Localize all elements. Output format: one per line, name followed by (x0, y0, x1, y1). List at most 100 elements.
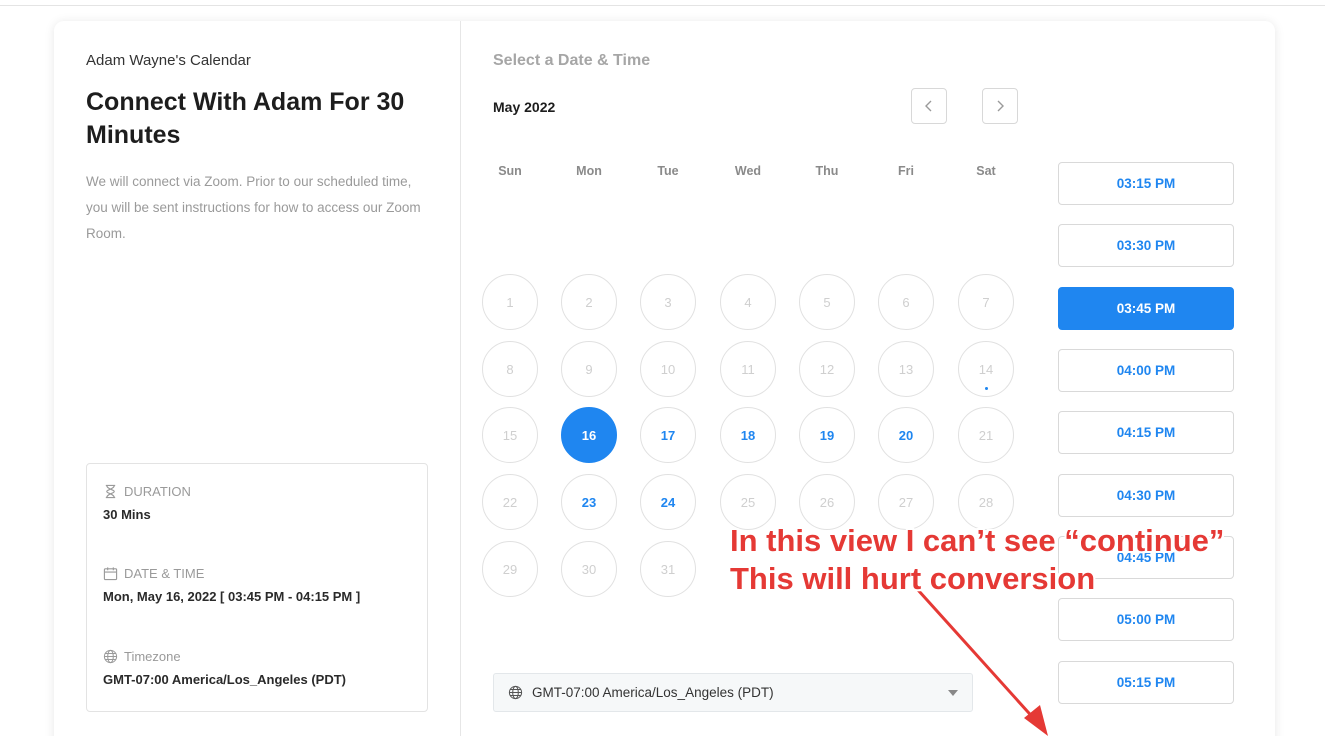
day-number: 6 (902, 294, 910, 310)
time-slot-button[interactable]: 04:30 PM (1058, 474, 1234, 517)
chevron-left-icon (925, 100, 932, 112)
day-11: 11 (720, 341, 776, 397)
day-20[interactable]: 20 (878, 407, 934, 463)
day-8: 8 (482, 341, 538, 397)
duration-value: 30 Mins (103, 507, 151, 522)
day-16[interactable]: 16 (561, 407, 617, 463)
today-dot (985, 387, 988, 390)
weekday-sat: Sat (976, 164, 996, 178)
day-number: 23 (581, 494, 597, 510)
day-number: 19 (819, 427, 835, 443)
day-number: 24 (660, 494, 676, 510)
timezone-detail: Timezone GMT-07:00 America/Los_Angeles (… (103, 649, 346, 687)
time-slot-button[interactable]: 05:15 PM (1058, 661, 1234, 704)
event-info-panel: Adam Wayne's Calendar Connect With Adam … (54, 21, 461, 736)
day-number: 13 (898, 361, 914, 377)
day-number: 17 (660, 427, 676, 443)
day-13: 13 (878, 341, 934, 397)
picker-heading: Select a Date & Time (493, 52, 651, 69)
day-2: 2 (561, 274, 617, 330)
day-number: 25 (740, 494, 756, 510)
weekday-wed: Wed (734, 164, 762, 178)
datetime-label: DATE & TIME (124, 566, 205, 581)
weekday-tue: Tue (657, 164, 679, 178)
current-month: May 2022 (493, 99, 556, 115)
day-29: 29 (482, 541, 538, 597)
day-number: 1 (506, 294, 514, 310)
weekday-mon: Mon (576, 164, 602, 178)
day-4: 4 (720, 274, 776, 330)
datetime-value: Mon, May 16, 2022 [ 03:45 PM - 04:15 PM … (103, 589, 361, 604)
day-number: 12 (819, 361, 835, 377)
day-24[interactable]: 24 (640, 474, 696, 530)
day-number: 8 (506, 361, 514, 377)
day-14: 14 (958, 341, 1014, 397)
time-slot-button[interactable]: 03:45 PM (1058, 287, 1234, 330)
time-slot-button[interactable]: 05:00 PM (1058, 598, 1234, 641)
booking-details-box: DURATION 30 Mins DATE & TIME Mon, May 16… (86, 463, 428, 712)
hourglass-icon (105, 484, 116, 499)
time-slot-button[interactable]: 04:15 PM (1058, 411, 1234, 454)
timezone-label: Timezone (124, 649, 181, 664)
calendar-icon (103, 567, 118, 581)
day-number: 29 (502, 561, 518, 577)
day-12: 12 (799, 341, 855, 397)
day-19[interactable]: 19 (799, 407, 855, 463)
browser-top-edge (0, 0, 1325, 6)
day-15: 15 (482, 407, 538, 463)
timezone-select-value: GMT-07:00 America/Los_Angeles (PDT) (532, 685, 774, 700)
weekday-fri: Fri (898, 164, 914, 178)
day-30: 30 (561, 541, 617, 597)
day-9: 9 (561, 341, 617, 397)
duration-detail: DURATION 30 Mins (103, 484, 191, 522)
booking-card: Adam Wayne's Calendar Connect With Adam … (54, 21, 1275, 736)
day-5: 5 (799, 274, 855, 330)
annotation-line-2: This will hurt conversion (730, 561, 1096, 596)
timezone-select[interactable]: GMT-07:00 America/Los_Angeles (PDT) (493, 673, 973, 712)
time-slot-button[interactable]: 03:30 PM (1058, 224, 1234, 267)
duration-label: DURATION (124, 484, 191, 499)
day-number: 16 (581, 427, 597, 443)
day-3: 3 (640, 274, 696, 330)
day-number: 9 (585, 361, 593, 377)
chevron-right-icon (997, 100, 1004, 112)
day-number: 18 (740, 427, 756, 443)
event-title: Connect With Adam For 30 Minutes (86, 88, 405, 149)
annotation-text: In this view I can’t see “continue” This… (730, 522, 1224, 598)
day-number: 3 (664, 294, 672, 310)
date-time-picker: Select a Date & Time May 2022 Sun Mon Tue W… (461, 21, 1275, 736)
day-6: 6 (878, 274, 934, 330)
day-22: 22 (482, 474, 538, 530)
day-1: 1 (482, 274, 538, 330)
time-slot-button[interactable]: 04:00 PM (1058, 349, 1234, 392)
day-number: 4 (744, 294, 752, 310)
globe-icon (508, 685, 523, 700)
day-number: 21 (978, 427, 994, 443)
day-31: 31 (640, 541, 696, 597)
day-number: 15 (502, 427, 518, 443)
weekday-sun: Sun (498, 164, 522, 178)
globe-icon (103, 649, 118, 664)
day-10: 10 (640, 341, 696, 397)
day-number: 14 (978, 361, 994, 377)
day-number: 31 (660, 561, 676, 577)
day-18[interactable]: 18 (720, 407, 776, 463)
day-21: 21 (958, 407, 1014, 463)
time-slot-button[interactable]: 03:15 PM (1058, 162, 1234, 205)
day-23[interactable]: 23 (561, 474, 617, 530)
annotation-line-1: In this view I can’t see “continue” (730, 523, 1225, 558)
day-number: 20 (898, 427, 914, 443)
day-number: 11 (741, 361, 755, 377)
day-7: 7 (958, 274, 1014, 330)
prev-month-button[interactable] (911, 88, 947, 124)
day-number: 7 (982, 294, 990, 310)
day-number: 26 (819, 494, 835, 510)
weekday-thu: Thu (815, 164, 839, 178)
caret-down-icon (948, 690, 958, 696)
day-17[interactable]: 17 (640, 407, 696, 463)
day-number: 22 (502, 494, 518, 510)
datetime-detail: DATE & TIME Mon, May 16, 2022 [ 03:45 PM… (103, 566, 360, 604)
calendar-owner: Adam Wayne's Calendar (86, 52, 251, 69)
next-month-button[interactable] (982, 88, 1018, 124)
day-number: 2 (585, 294, 593, 310)
